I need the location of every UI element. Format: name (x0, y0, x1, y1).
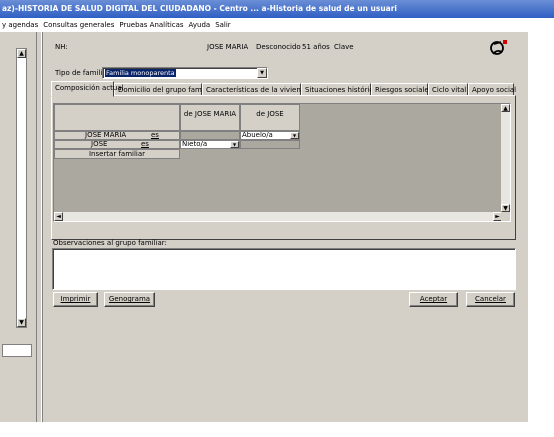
col-header-jose-maria: de JOSE MARIA (180, 104, 240, 131)
chevron-down-icon[interactable]: ▼ (230, 141, 239, 148)
genogram-button-label: Genograma (108, 295, 151, 303)
grid-corner (54, 104, 180, 131)
scroll-left-arrow-icon[interactable]: ◄ (54, 212, 63, 221)
family-type-label: Tipo de familia: (55, 69, 109, 77)
menu-item-consultas-generales[interactable]: Consultas generales (41, 18, 117, 32)
scroll-up-arrow-icon[interactable]: ▲ (17, 49, 26, 58)
table-row[interactable]: JOSE es (54, 140, 180, 149)
relation-cell-self (180, 131, 240, 140)
cancel-button[interactable]: Cancelar (466, 292, 515, 307)
desktop-right-margin (528, 32, 554, 422)
cancel-button-label: Cancelar (475, 295, 506, 303)
family-type-value: Familia monoparenta (105, 69, 176, 77)
accept-button[interactable]: Aceptar (409, 292, 458, 307)
relation-value: Nieto/a (182, 140, 208, 148)
patient-status: Desconocido (256, 43, 301, 51)
relation-select[interactable]: Nieto/a ▼ (180, 140, 240, 149)
grid-horizontal-scrollbar[interactable]: ◄ ► (54, 212, 502, 221)
chevron-down-icon[interactable]: ▼ (257, 68, 267, 78)
patient-name: JOSE MARIA (207, 43, 249, 51)
print-button[interactable]: Imprimir (53, 292, 98, 307)
scroll-down-arrow-icon[interactable]: ▼ (501, 204, 510, 212)
tab-composicion-actual[interactable]: Composición actual (51, 81, 124, 97)
chevron-down-icon[interactable]: ▼ (290, 132, 299, 139)
scroll-up-arrow-icon[interactable]: ▲ (501, 104, 510, 112)
print-button-label: Imprimir (60, 295, 91, 303)
menu-item-salir[interactable]: Salir (213, 18, 234, 32)
grid-vertical-scrollbar[interactable]: ▲ ▼ (501, 104, 510, 212)
nh-label: NH: (55, 43, 68, 51)
left-vertical-scrollbar[interactable]: ▲ ▼ (16, 48, 27, 328)
genogram-button[interactable]: Genograma (104, 292, 155, 307)
window-title-bar: az)-HISTORIA DE SALUD DIGITAL DEL CIUDAD… (0, 0, 554, 18)
table-row[interactable]: JOSE MARIA es (54, 131, 180, 140)
clave-label: Clave (334, 43, 354, 51)
window-title: az)-HISTORIA DE SALUD DIGITAL DEL CIUDAD… (2, 4, 397, 13)
col-header-jose: de JOSE (240, 104, 300, 131)
desktop-bottom-margin (0, 422, 554, 437)
family-type-select[interactable]: Familia monoparenta ▼ (102, 67, 268, 79)
relation-cell-self (240, 140, 300, 149)
observations-textarea[interactable] (52, 248, 516, 290)
menu-item-pruebas-analiticas[interactable]: Pruebas Analíticas (117, 18, 186, 32)
doctor-avatar-icon (488, 38, 510, 58)
row-connector: es (151, 131, 159, 139)
scroll-down-arrow-icon[interactable]: ▼ (17, 318, 26, 327)
observations-label: Observaciones al grupo familiar: (53, 239, 167, 247)
relation-value: Abuelo/a (242, 131, 273, 139)
menu-item-ayuda[interactable]: Ayuda (187, 18, 214, 32)
insert-member-button[interactable]: Insertar familiar (54, 149, 180, 159)
row-connector: es (141, 140, 149, 148)
patient-age: 51 años (302, 43, 330, 51)
row-name: JOSE MARIA (85, 131, 127, 139)
menu-bar: y agendas Consultas generales Pruebas Anal… (0, 18, 554, 32)
scroll-corner (501, 212, 510, 221)
family-grid: de JOSE MARIA de JOSE JOSE MARIA es Abue… (53, 103, 511, 222)
relation-select[interactable]: Abuelo/a ▼ (240, 131, 300, 140)
accept-button-label: Aceptar (419, 295, 448, 303)
row-name: JOSE (91, 140, 108, 148)
menu-item-agendas[interactable]: y agendas (0, 18, 41, 32)
left-input-field[interactable] (2, 344, 32, 357)
